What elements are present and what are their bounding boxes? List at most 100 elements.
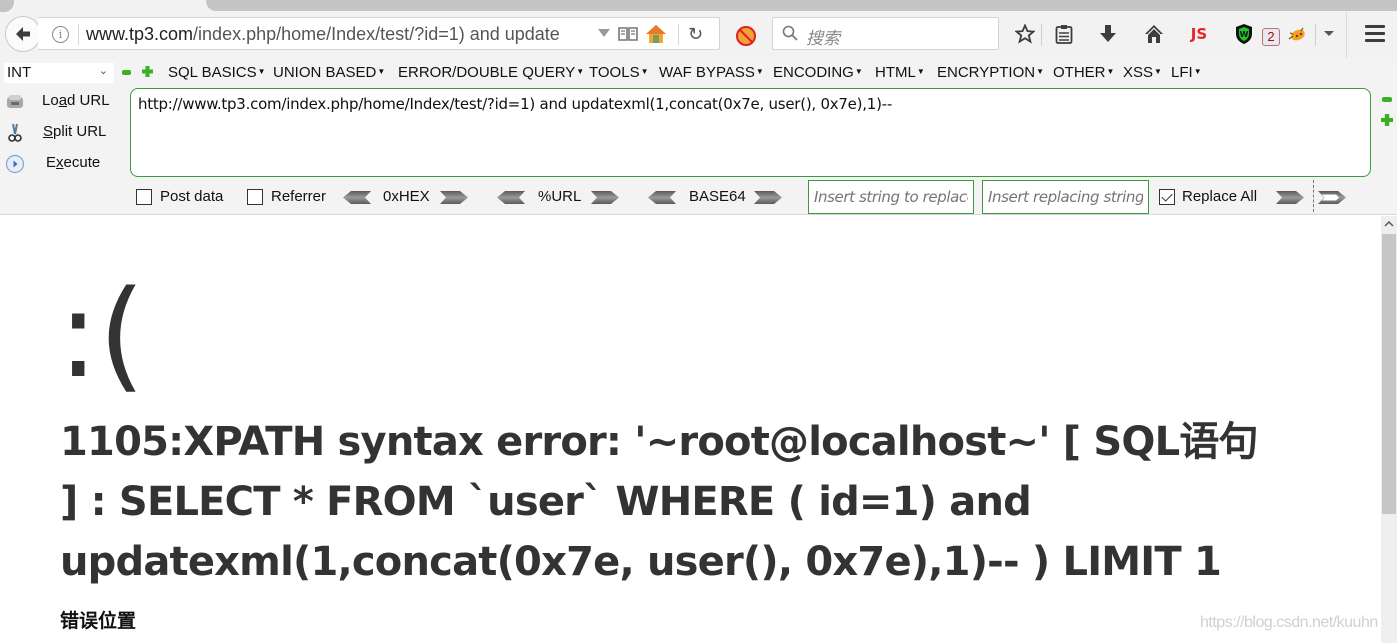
hackbar-menu: INT ⌄ SQL BASICS▼ UNION BASED▼ ERROR/DOUB… [0, 62, 1397, 84]
js-switch-icon[interactable]: JS [1186, 22, 1212, 46]
load-url-icon [7, 95, 23, 108]
menu-html[interactable]: HTML▼ [875, 64, 925, 81]
label-part: plit URL [53, 123, 107, 140]
load-url-label: Load URL [42, 92, 110, 109]
menu-label: SQL BASICS [168, 64, 257, 81]
base64-encode-arrow-icon[interactable] [754, 191, 782, 204]
scrollbar-thumb[interactable] [1382, 234, 1396, 514]
shield-w-icon[interactable]: W [1234, 22, 1254, 46]
vertical-scrollbar[interactable] [1381, 216, 1397, 643]
hex-encode-arrow-icon[interactable] [440, 191, 468, 204]
hex-label: 0xHEX [383, 188, 430, 205]
replace-selected-arrow-icon[interactable] [1318, 191, 1346, 204]
caret-icon: ▼ [576, 67, 585, 76]
expand-icon[interactable] [1381, 114, 1393, 126]
caret-icon: ▼ [1154, 67, 1162, 76]
chevron-down-icon: ⌄ [98, 65, 108, 77]
tab-strip [0, 0, 1397, 12]
shrink-icon[interactable] [1382, 97, 1392, 102]
noscript-icon[interactable] [735, 25, 757, 47]
menu-sql-basics[interactable]: SQL BASICS▼ [168, 64, 266, 81]
play-icon [5, 154, 25, 174]
search-bar[interactable]: 搜索 [772, 17, 999, 50]
menu-union-based[interactable]: UNION BASED▼ [273, 64, 385, 81]
home-addon-icon[interactable] [644, 23, 668, 45]
error-location-heading: 错误位置 [60, 611, 137, 632]
watermark: https://blog.csdn.net/kuuhn [1200, 614, 1378, 631]
menu-label: UNION BASED [273, 64, 377, 81]
divider [1346, 12, 1347, 58]
label-part: Lo [42, 92, 59, 109]
error-message: 1105:XPATH syntax error: '~root@localhos… [60, 419, 1259, 585]
type-select-value: INT [7, 64, 32, 81]
referrer-label: Referrer [271, 188, 327, 205]
caret-icon: ▼ [854, 67, 863, 76]
menu-xss[interactable]: XSS▼ [1123, 64, 1162, 81]
overflow-dropdown-icon[interactable] [1324, 31, 1334, 36]
type-select[interactable]: INT ⌄ [4, 63, 114, 83]
hamburger-menu-icon[interactable] [1365, 25, 1385, 46]
menu-lfi[interactable]: LFI▼ [1171, 64, 1202, 81]
reload-icon[interactable]: ↻ [688, 24, 703, 45]
menu-label: WAF BYPASS [659, 64, 755, 81]
back-arrow-icon [16, 27, 30, 41]
load-url-button[interactable]: Load URL [0, 88, 120, 114]
label-part: a [58, 92, 68, 109]
bookmark-star-icon[interactable] [1014, 22, 1036, 46]
scissors-icon [8, 123, 22, 142]
menu-label: LFI [1171, 64, 1193, 81]
caret-icon: ▼ [1106, 67, 1115, 76]
url-decode-arrow-icon[interactable] [497, 191, 525, 204]
address-text[interactable]: www.tp3.com/index.php/home/Index/test/?i… [86, 24, 588, 45]
caret-icon: ▼ [916, 67, 925, 76]
base64-label: BASE64 [689, 188, 746, 205]
sad-face: :( [58, 266, 146, 405]
home-icon[interactable] [1144, 22, 1164, 46]
label-part: E [46, 154, 57, 171]
replace-arrow-icon[interactable] [1276, 191, 1304, 204]
split-url-button[interactable]: Split URL [0, 119, 120, 145]
info-icon[interactable]: i [52, 26, 69, 43]
base64-decode-arrow-icon[interactable] [648, 191, 676, 204]
bookmarks-list-icon[interactable] [1054, 22, 1074, 46]
menu-waf-bypass[interactable]: WAF BYPASS▼ [659, 64, 764, 81]
notification-badge[interactable]: 2 [1262, 28, 1280, 46]
divider [1315, 24, 1316, 46]
caret-icon: ▼ [257, 67, 266, 76]
referrer-checkbox[interactable] [247, 189, 263, 205]
post-data-checkbox[interactable] [136, 189, 152, 205]
url-host: www.tp3.com [86, 24, 194, 44]
divider [78, 24, 79, 45]
caret-icon: ▼ [755, 67, 764, 76]
menu-tools[interactable]: TOOLS▼ [589, 64, 649, 81]
menu-encoding[interactable]: ENCODING▼ [773, 64, 863, 81]
downloads-icon[interactable] [1098, 22, 1118, 46]
replace-find-input[interactable] [808, 180, 974, 214]
firebug-icon[interactable] [1286, 22, 1308, 46]
menu-other[interactable]: OTHER▼ [1053, 64, 1114, 81]
execute-label: Execute [46, 154, 100, 171]
replace-all-label: Replace All [1182, 188, 1258, 205]
scroll-up-icon[interactable] [1381, 216, 1397, 232]
hackbar-options-row: Post data Referrer 0xHEX %URL BASE64 Rep… [0, 180, 1397, 214]
decrease-icon[interactable] [122, 70, 131, 75]
menu-error-double-query[interactable]: ERROR/DOUBLE QUERY▼ [398, 64, 584, 81]
replace-with-input[interactable] [982, 180, 1149, 214]
divider [1041, 24, 1042, 46]
execute-button[interactable]: Execute [0, 150, 120, 176]
reader-view-icon[interactable] [618, 26, 638, 42]
increase-icon[interactable] [142, 66, 153, 77]
back-button[interactable] [5, 16, 41, 52]
address-bar[interactable]: i www.tp3.com/index.php/home/Index/test/… [38, 17, 720, 50]
menu-label: ENCODING [773, 64, 854, 81]
hex-decode-arrow-icon[interactable] [343, 191, 371, 204]
caret-icon: ▼ [1193, 67, 1202, 76]
replace-all-checkbox[interactable] [1159, 189, 1175, 205]
url-encode-arrow-icon[interactable] [591, 191, 619, 204]
menu-encryption[interactable]: ENCRYPTION▼ [937, 64, 1044, 81]
url-history-dropdown-icon[interactable] [598, 29, 610, 37]
label-part: ecute [63, 154, 101, 171]
split-url-label: Split URL [43, 123, 106, 140]
menu-label: ENCRYPTION [937, 64, 1036, 81]
hackbar-url-input[interactable] [130, 88, 1371, 177]
